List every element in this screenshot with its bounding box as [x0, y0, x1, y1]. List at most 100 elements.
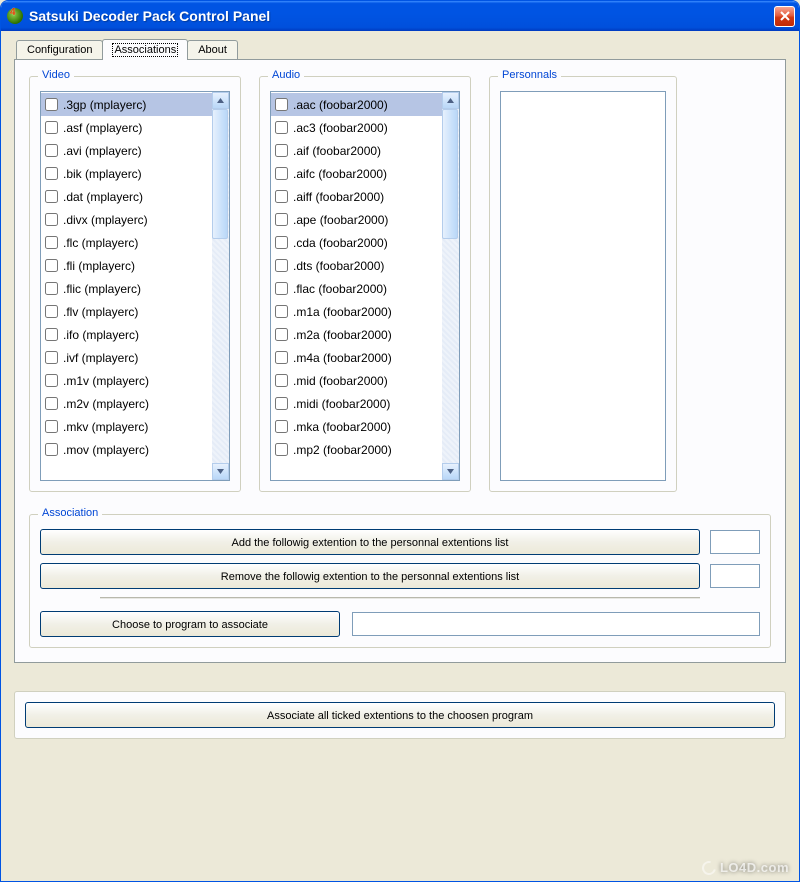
- list-item-checkbox[interactable]: [275, 213, 288, 226]
- choose-program-button[interactable]: Choose to program to associate: [40, 611, 340, 637]
- list-item[interactable]: .mka (foobar2000): [271, 415, 442, 438]
- list-item-checkbox[interactable]: [45, 213, 58, 226]
- list-item[interactable]: .aif (foobar2000): [271, 139, 442, 162]
- list-item[interactable]: .bik (mplayerc): [41, 162, 212, 185]
- list-item-checkbox[interactable]: [45, 374, 58, 387]
- list-item-checkbox[interactable]: [275, 236, 288, 249]
- scroll-up-button[interactable]: [212, 92, 229, 109]
- list-item[interactable]: .avi (mplayerc): [41, 139, 212, 162]
- list-item[interactable]: .flc (mplayerc): [41, 231, 212, 254]
- video-scrollbar[interactable]: [212, 92, 229, 480]
- scroll-down-button[interactable]: [212, 463, 229, 480]
- list-item-label: .m1a (foobar2000): [293, 305, 392, 319]
- list-item[interactable]: .divx (mplayerc): [41, 208, 212, 231]
- tab-label: Associations: [113, 44, 177, 56]
- list-item-checkbox[interactable]: [45, 236, 58, 249]
- remove-extension-input[interactable]: [710, 564, 760, 588]
- list-item[interactable]: .ifo (mplayerc): [41, 323, 212, 346]
- list-item[interactable]: .aiff (foobar2000): [271, 185, 442, 208]
- list-item[interactable]: .flv (mplayerc): [41, 300, 212, 323]
- list-item-checkbox[interactable]: [275, 167, 288, 180]
- list-item[interactable]: .asf (mplayerc): [41, 116, 212, 139]
- list-item-checkbox[interactable]: [275, 190, 288, 203]
- audio-listbox[interactable]: .aac (foobar2000).ac3 (foobar2000) .aif (…: [270, 91, 460, 481]
- list-item[interactable]: .flic (mplayerc): [41, 277, 212, 300]
- separator: [100, 597, 700, 599]
- list-item-checkbox[interactable]: [45, 121, 58, 134]
- list-item-checkbox[interactable]: [45, 351, 58, 364]
- list-item[interactable]: .mp2 (foobar2000): [271, 438, 442, 461]
- remove-extension-button[interactable]: Remove the followig extention to the per…: [40, 563, 700, 589]
- list-item[interactable]: .mid (foobar2000): [271, 369, 442, 392]
- audio-scrollbar[interactable]: [442, 92, 459, 480]
- list-item-checkbox[interactable]: [45, 282, 58, 295]
- list-item-checkbox[interactable]: [275, 259, 288, 272]
- list-item[interactable]: .midi (foobar2000): [271, 392, 442, 415]
- list-item-checkbox[interactable]: [275, 328, 288, 341]
- list-item-checkbox[interactable]: [275, 443, 288, 456]
- list-item-checkbox[interactable]: [275, 121, 288, 134]
- list-item[interactable]: .ac3 (foobar2000): [271, 116, 442, 139]
- scroll-up-button[interactable]: [442, 92, 459, 109]
- list-item[interactable]: .mov (mplayerc): [41, 438, 212, 461]
- list-item-checkbox[interactable]: [45, 167, 58, 180]
- program-path-input[interactable]: [352, 612, 760, 636]
- list-item-checkbox[interactable]: [275, 98, 288, 111]
- list-item-checkbox[interactable]: [45, 190, 58, 203]
- list-item-checkbox[interactable]: [45, 420, 58, 433]
- add-extension-input[interactable]: [710, 530, 760, 554]
- list-item-checkbox[interactable]: [275, 305, 288, 318]
- list-item[interactable]: .m2a (foobar2000): [271, 323, 442, 346]
- add-extension-button[interactable]: Add the followig extention to the person…: [40, 529, 700, 555]
- list-item[interactable]: .m2v (mplayerc): [41, 392, 212, 415]
- scroll-down-button[interactable]: [442, 463, 459, 480]
- list-item[interactable]: .3gp (mplayerc): [41, 93, 212, 116]
- list-item[interactable]: .aifc (foobar2000): [271, 162, 442, 185]
- tab-about[interactable]: About: [187, 40, 238, 59]
- scroll-thumb[interactable]: [442, 109, 458, 239]
- list-item[interactable]: .m1a (foobar2000): [271, 300, 442, 323]
- list-item-checkbox[interactable]: [45, 259, 58, 272]
- list-item-label: .flv (mplayerc): [63, 305, 138, 319]
- list-item[interactable]: .m1v (mplayerc): [41, 369, 212, 392]
- list-item-label: .ifo (mplayerc): [63, 328, 139, 342]
- list-item-checkbox[interactable]: [45, 397, 58, 410]
- list-item-checkbox[interactable]: [45, 328, 58, 341]
- list-item-checkbox[interactable]: [275, 374, 288, 387]
- personnals-listbox[interactable]: [500, 91, 666, 481]
- list-item-label: .aif (foobar2000): [293, 144, 381, 158]
- list-item-checkbox[interactable]: [275, 420, 288, 433]
- list-item[interactable]: .mkv (mplayerc): [41, 415, 212, 438]
- list-item[interactable]: .ivf (mplayerc): [41, 346, 212, 369]
- list-item-checkbox[interactable]: [45, 98, 58, 111]
- bottom-group: Associate all ticked extentions to the c…: [14, 691, 786, 739]
- list-item-checkbox[interactable]: [45, 144, 58, 157]
- list-item[interactable]: .dts (foobar2000): [271, 254, 442, 277]
- tab-configuration[interactable]: Configuration: [16, 40, 103, 59]
- scroll-thumb[interactable]: [212, 109, 228, 239]
- associate-all-button[interactable]: Associate all ticked extentions to the c…: [25, 702, 775, 728]
- close-button[interactable]: [774, 6, 795, 27]
- list-item[interactable]: .cda (foobar2000): [271, 231, 442, 254]
- scroll-track[interactable]: [442, 109, 459, 463]
- list-item-checkbox[interactable]: [45, 305, 58, 318]
- list-item-label: .dts (foobar2000): [293, 259, 384, 273]
- list-item-checkbox[interactable]: [275, 397, 288, 410]
- list-item-checkbox[interactable]: [275, 144, 288, 157]
- list-item[interactable]: .flac (foobar2000): [271, 277, 442, 300]
- video-listbox[interactable]: .3gp (mplayerc).asf (mplayerc).avi (mpla…: [40, 91, 230, 481]
- list-item-label: .ivf (mplayerc): [63, 351, 138, 365]
- list-item-checkbox[interactable]: [275, 282, 288, 295]
- list-item[interactable]: .ape (foobar2000): [271, 208, 442, 231]
- list-item-checkbox[interactable]: [275, 351, 288, 364]
- list-item-checkbox[interactable]: [45, 443, 58, 456]
- list-item-label: .bik (mplayerc): [63, 167, 142, 181]
- tab-associations[interactable]: Associations: [102, 39, 188, 60]
- list-item[interactable]: .aac (foobar2000): [271, 93, 442, 116]
- lists-row: Video .3gp (mplayerc).asf (mplayerc).avi…: [29, 76, 771, 492]
- scroll-track[interactable]: [212, 109, 229, 463]
- list-item[interactable]: .m4a (foobar2000): [271, 346, 442, 369]
- list-item[interactable]: .dat (mplayerc): [41, 185, 212, 208]
- list-item[interactable]: .fli (mplayerc): [41, 254, 212, 277]
- choose-program-row: Choose to program to associate: [40, 611, 760, 637]
